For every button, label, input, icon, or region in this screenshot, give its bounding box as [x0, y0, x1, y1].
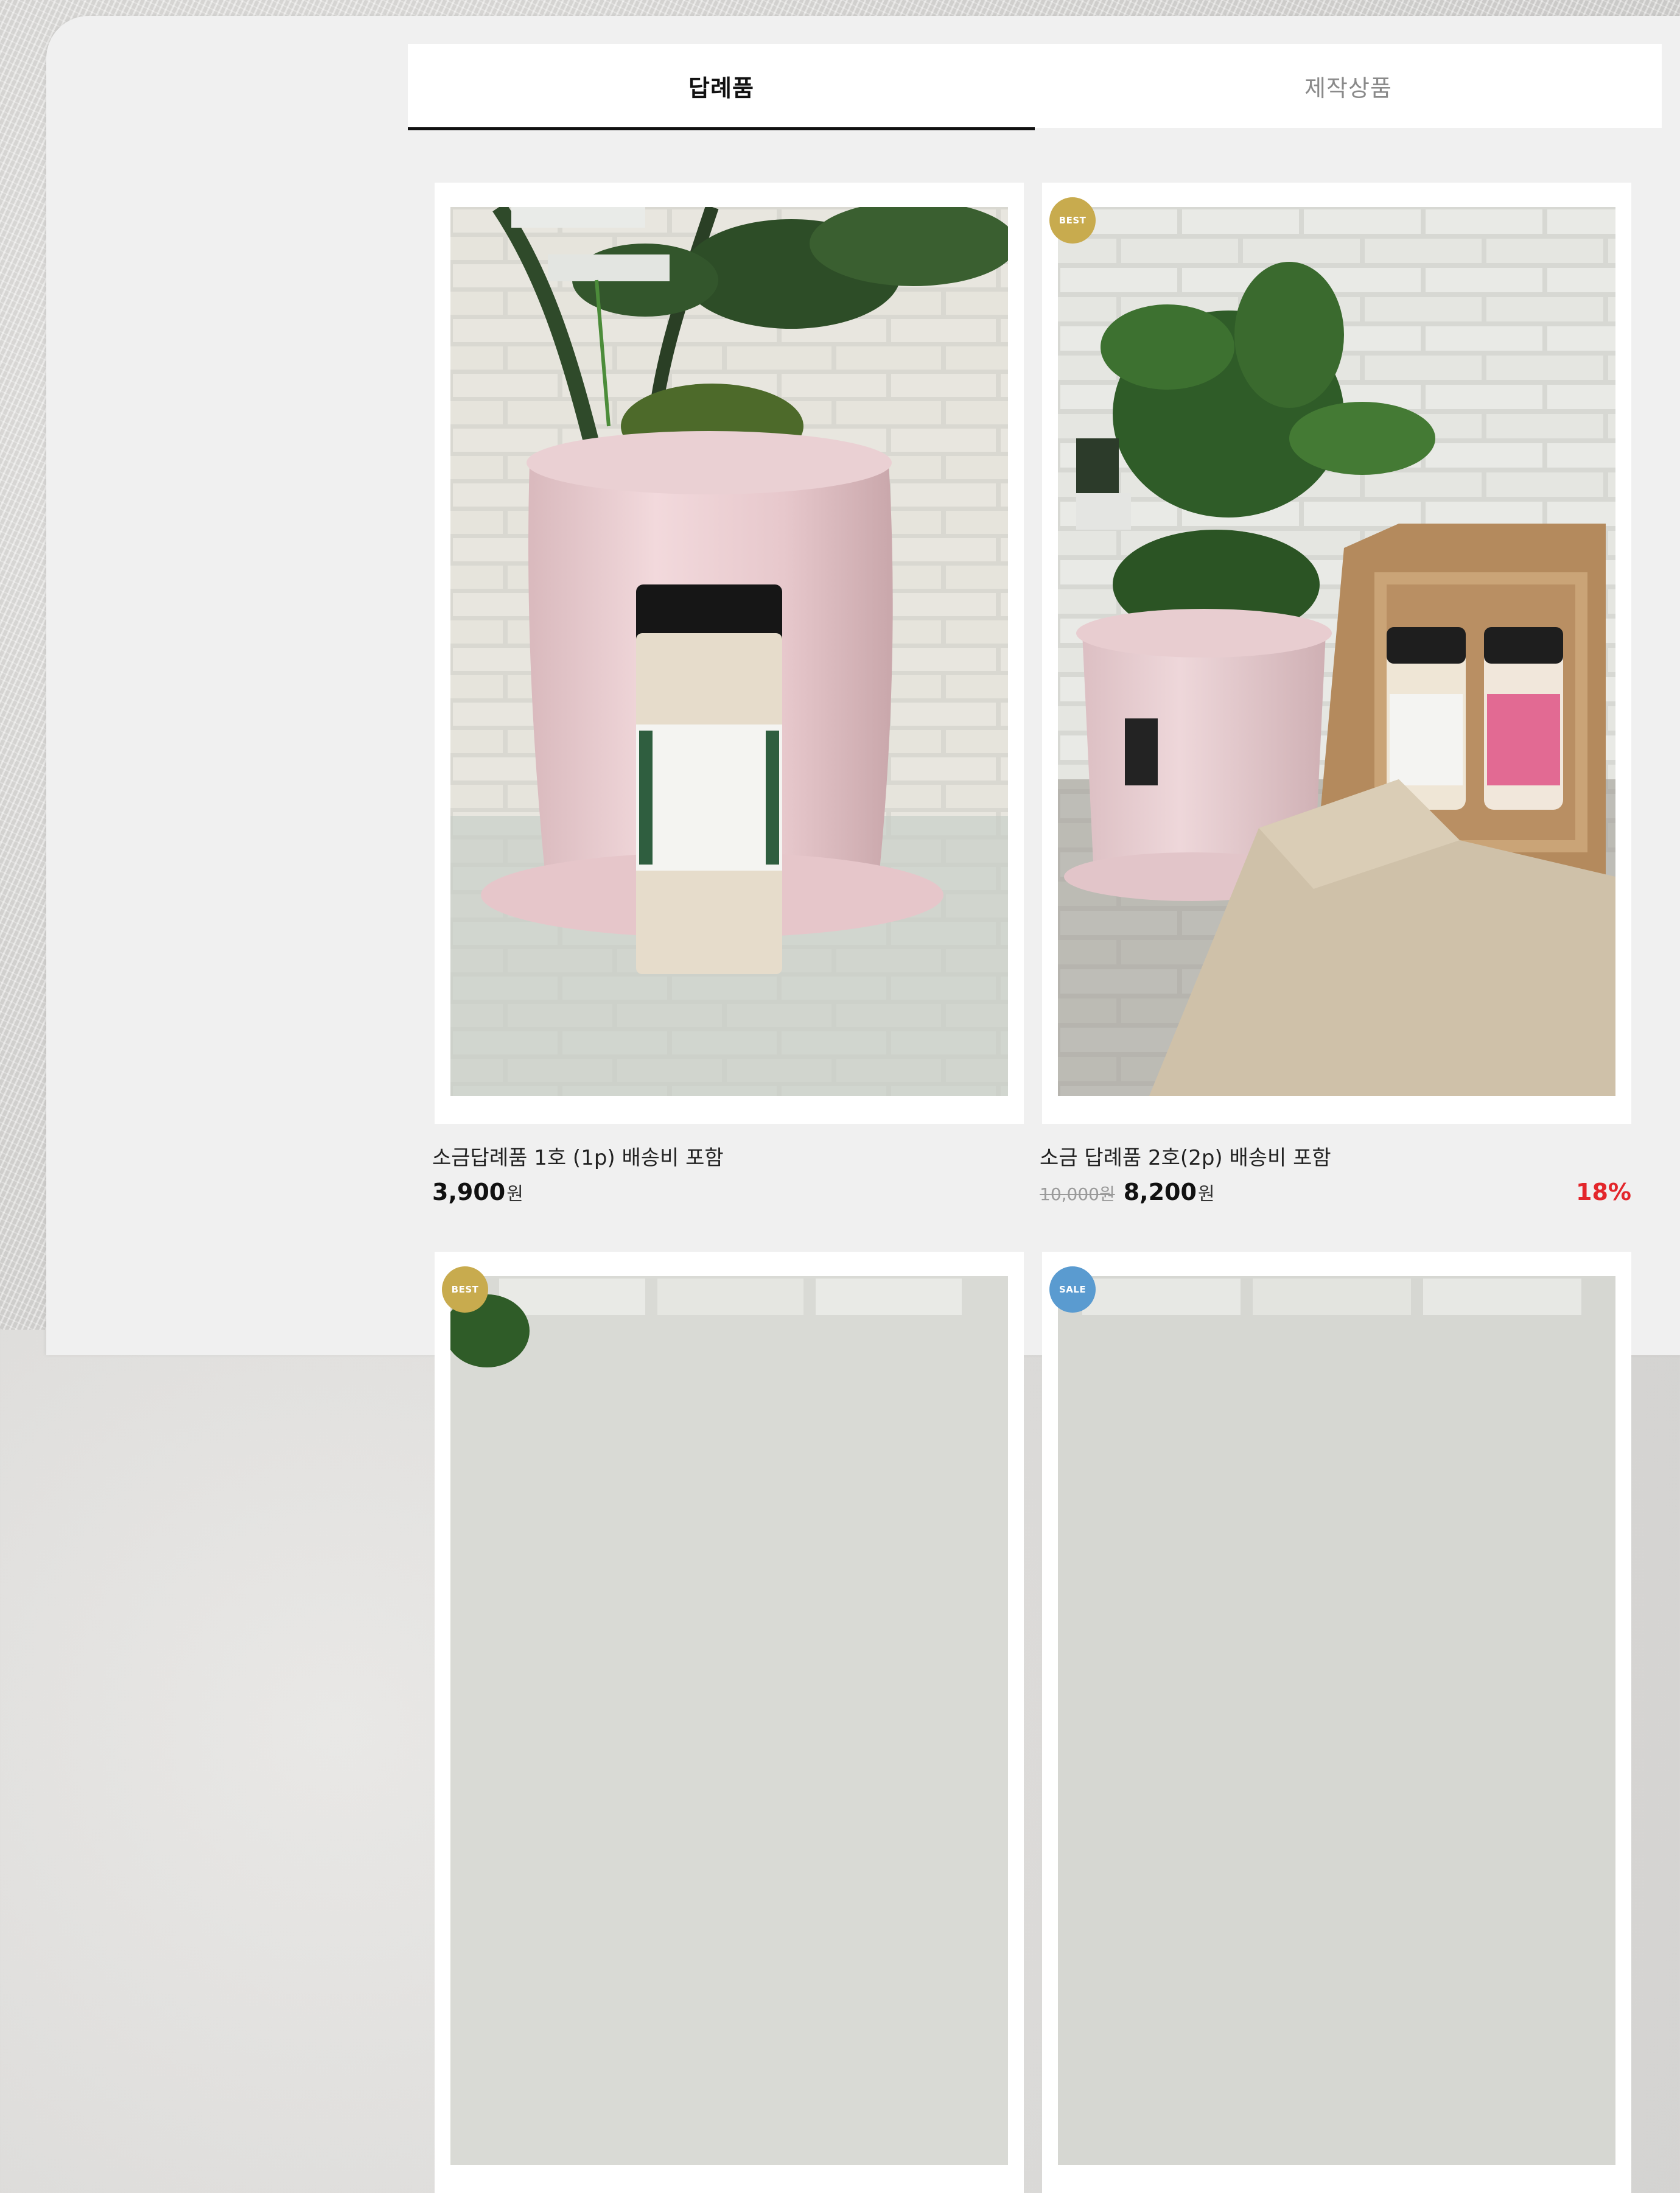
product-thumbnail-frame[interactable]: BEST	[1042, 183, 1631, 1124]
product-price: 8,200	[1123, 1179, 1197, 1205]
product-thumbnail-frame[interactable]: SALE	[1042, 1252, 1631, 2193]
product-thumbnail-frame[interactable]: BEST	[435, 1252, 1024, 2193]
product-price: 3,900	[432, 1179, 506, 1205]
best-badge: BEST	[442, 1266, 488, 1313]
original-price: 10,000원	[1040, 1184, 1115, 1204]
product-image[interactable]	[1058, 207, 1615, 1096]
product-image[interactable]	[1058, 1276, 1615, 2165]
product-thumbnail-frame[interactable]	[435, 183, 1024, 1124]
currency-unit: 원	[506, 1184, 523, 1205]
discount-rate: 18%	[1576, 1179, 1631, 1205]
price-row: 10,000원 8,200원 18%	[1040, 1179, 1631, 1215]
tab-custom-products[interactable]: 제작상품	[1035, 44, 1662, 128]
tab-gifts[interactable]: 답례품	[408, 44, 1035, 130]
price-row: 3,900원	[432, 1179, 1024, 1215]
best-badge: BEST	[1049, 197, 1096, 244]
product-name[interactable]: 소금 답례품 2호(2p) 배송비 포함	[1040, 1141, 1331, 1171]
product-name[interactable]: 소금답례품 1호 (1p) 배송비 포함	[432, 1141, 724, 1171]
sale-badge: SALE	[1049, 1266, 1096, 1313]
product-image[interactable]	[450, 207, 1008, 1096]
category-tabs: 답례품 제작상품	[408, 44, 1662, 130]
currency-unit: 원	[1197, 1184, 1215, 1205]
product-image[interactable]	[450, 1276, 1008, 2165]
